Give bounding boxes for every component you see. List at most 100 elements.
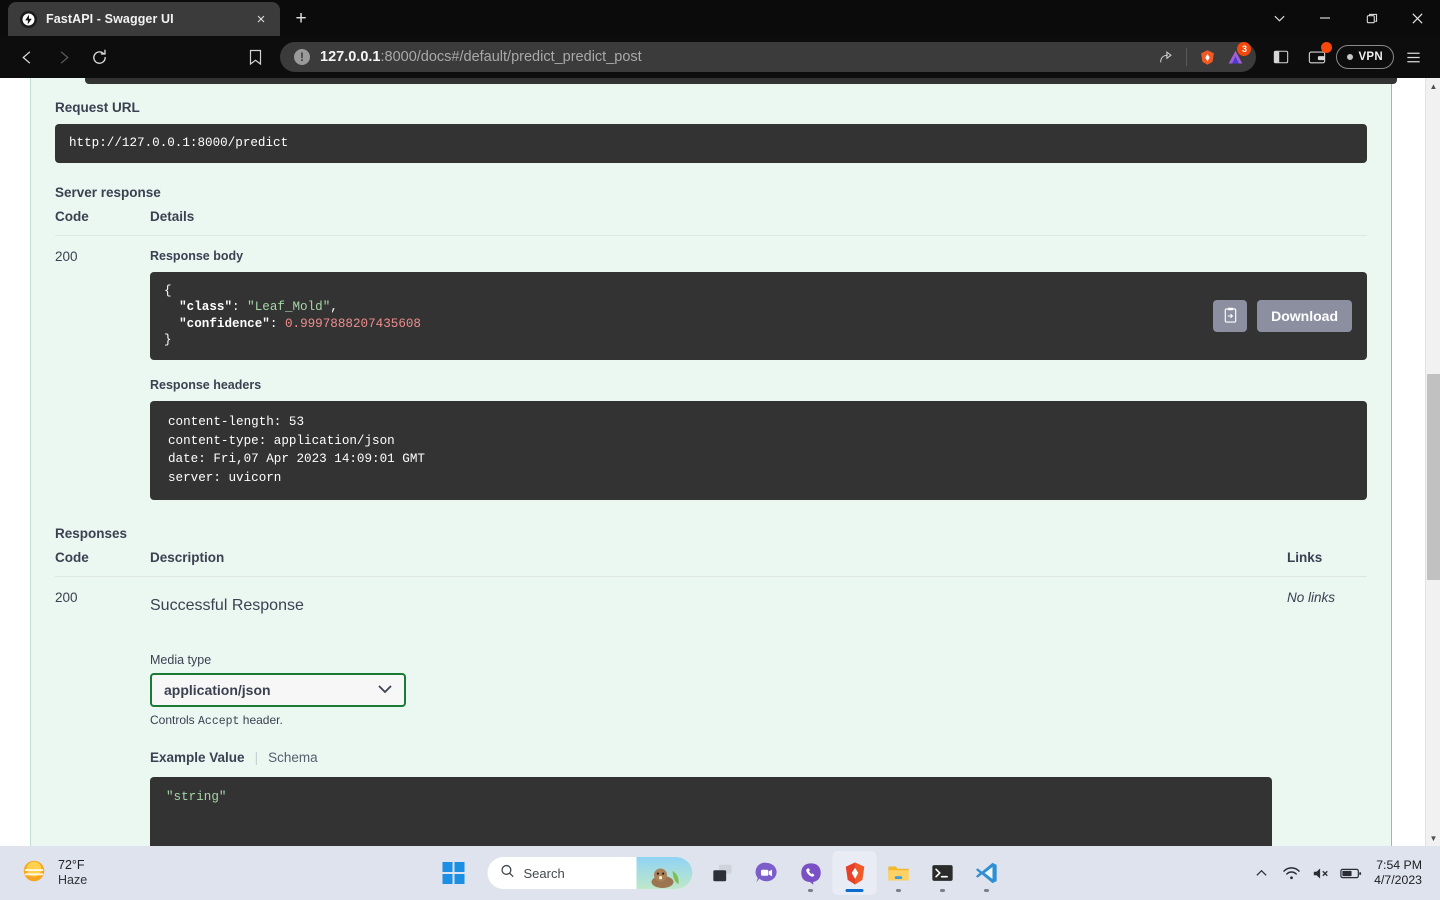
download-button[interactable]: Download xyxy=(1257,299,1352,332)
forward-arrow-icon[interactable] xyxy=(46,40,80,74)
navigation-bar: ! 127.0.0.1:8000/docs#/default/predict_p… xyxy=(0,36,1440,78)
tab-schema[interactable]: Schema xyxy=(268,750,318,765)
url-path: :8000/docs#/default/predict_predict_post xyxy=(380,49,642,65)
responses-row: 200 Successful Response Media type appli… xyxy=(55,577,1367,846)
new-tab-button[interactable]: + xyxy=(286,4,316,34)
windows-start-icon[interactable] xyxy=(432,851,476,895)
haze-sun-icon xyxy=(20,857,48,890)
minimize-button[interactable] xyxy=(1302,0,1348,36)
media-type-label: Media type xyxy=(150,652,212,667)
response-body-actions: Download xyxy=(1213,299,1352,332)
example-value-block: "string" xyxy=(150,776,1272,846)
chat-teams-icon[interactable] xyxy=(745,851,789,895)
clock-time: 7:54 PM xyxy=(1376,857,1422,872)
responses-label: Responses xyxy=(55,525,128,541)
extension-badge: 3 xyxy=(1237,42,1252,56)
json-value-confidence: 0.9997888207435608 xyxy=(284,316,421,331)
scrollbar-thumb[interactable] xyxy=(1427,374,1440,580)
response-code: 200 xyxy=(55,248,78,264)
browser-window: FastAPI - Swagger UI × + ! 127.0.0.1:800… xyxy=(0,0,1440,846)
response-details: Response body { "class": "Leaf_Mold", "c… xyxy=(150,249,1367,500)
server-response-row: 200 Response body { "class": "Leaf_Mold"… xyxy=(55,236,1367,500)
responses-links: No links xyxy=(1287,589,1336,605)
file-explorer-icon[interactable] xyxy=(877,851,921,895)
running-indicator xyxy=(808,889,813,892)
response-headers-label: Response headers xyxy=(150,378,262,393)
weather-temperature: 72°F xyxy=(58,858,85,872)
battery-icon[interactable] xyxy=(1336,851,1366,895)
tab-divider: | xyxy=(254,749,259,765)
terminal-icon[interactable] xyxy=(921,851,965,895)
search-input[interactable]: Search xyxy=(487,857,693,889)
reload-icon[interactable] xyxy=(82,40,116,74)
copy-to-clipboard-icon[interactable] xyxy=(1213,299,1248,332)
wallet-badge xyxy=(1321,42,1333,53)
viber-icon[interactable] xyxy=(789,851,833,895)
window-controls xyxy=(1256,0,1440,36)
close-icon[interactable]: × xyxy=(250,8,272,30)
responses-section: Responses Code Description Links 200 Suc… xyxy=(55,500,1367,846)
active-indicator xyxy=(845,889,864,892)
tab-strip: FastAPI - Swagger UI × + xyxy=(0,0,1440,36)
running-indicator xyxy=(896,889,901,892)
clock-widget[interactable]: 7:54 PM 4/7/2023 xyxy=(1366,858,1428,889)
weather-text: 72°F Haze xyxy=(58,858,87,888)
brave-browser-icon[interactable] xyxy=(832,851,877,895)
vscode-icon[interactable] xyxy=(965,851,1009,895)
back-arrow-icon[interactable] xyxy=(10,40,44,74)
tab-example-value[interactable]: Example Value xyxy=(150,750,245,765)
wifi-icon[interactable] xyxy=(1276,851,1306,895)
example-schema-tabs: Example Value | Schema xyxy=(150,750,1287,765)
vpn-button[interactable]: VPN xyxy=(1336,45,1394,69)
running-indicator xyxy=(984,889,989,892)
fastapi-icon xyxy=(20,10,37,28)
hint-prefix: Controls xyxy=(150,712,199,727)
request-url-section: Request URL http://127.0.0.1:8000/predic… xyxy=(55,78,1367,163)
response-body-json: { "class": "Leaf_Mold", "confidence": 0.… xyxy=(150,271,1367,361)
column-links: Links xyxy=(1287,549,1323,565)
media-type-group: Media type application/json Controls Acc… xyxy=(150,653,1287,728)
swagger-operation-panel: curl -X 'POST' 'http://127.0.0.1:8000/pr… xyxy=(30,78,1397,846)
close-window-button[interactable] xyxy=(1394,0,1440,36)
browser-tab[interactable]: FastAPI - Swagger UI × xyxy=(8,2,280,36)
json-key-confidence: "confidence" xyxy=(179,316,270,331)
running-indicator xyxy=(940,889,945,892)
taskbar-center-group: Search xyxy=(432,851,1009,895)
brave-lion-icon[interactable] xyxy=(1194,44,1220,70)
vpn-label: VPN xyxy=(1358,51,1383,63)
json-value-class: "Leaf_Mold" xyxy=(247,300,331,315)
sidebar-panel-icon[interactable] xyxy=(1264,40,1298,74)
media-type-hint: Controls Accept header. xyxy=(150,713,1287,728)
site-info-icon[interactable]: ! xyxy=(294,49,310,65)
column-description: Description xyxy=(150,549,225,565)
column-code: Code xyxy=(55,208,89,224)
share-icon[interactable] xyxy=(1153,44,1179,70)
json-key-class: "class" xyxy=(179,300,233,315)
page-scrollbar[interactable]: ▲ ▼ xyxy=(1425,78,1440,846)
task-view-icon[interactable] xyxy=(701,851,745,895)
hamburger-menu-icon[interactable] xyxy=(1396,40,1430,74)
windows-taskbar: 72°F Haze Search 7:54 PM 4/7/2023 xyxy=(0,846,1440,900)
extension-icon[interactable]: 3 xyxy=(1222,42,1252,70)
volume-muted-icon[interactable] xyxy=(1306,851,1336,895)
media-type-select[interactable]: application/json xyxy=(150,672,406,707)
response-body-block: { "class": "Leaf_Mold", "confidence": 0.… xyxy=(150,271,1367,361)
scroll-down-arrow-icon[interactable]: ▼ xyxy=(1426,830,1440,846)
url-host: 127.0.0.1 xyxy=(320,49,381,65)
responses-code: 200 xyxy=(55,589,78,605)
clock-date: 4/7/2023 xyxy=(1374,873,1422,887)
bookmark-icon[interactable] xyxy=(238,40,272,74)
address-bar[interactable]: ! 127.0.0.1:8000/docs#/default/predict_p… xyxy=(280,42,1257,72)
vpn-status-dot xyxy=(1347,54,1354,60)
search-icon xyxy=(501,864,515,883)
chevron-down-icon xyxy=(378,683,392,697)
show-hidden-icons-chevron[interactable] xyxy=(1246,851,1276,895)
curl-command-block-partial: curl -X 'POST' 'http://127.0.0.1:8000/pr… xyxy=(85,78,1397,84)
response-description: Successful Response xyxy=(150,596,304,614)
brave-wallet-icon[interactable] xyxy=(1300,40,1334,74)
maximize-button[interactable] xyxy=(1348,0,1394,36)
request-url-label: Request URL xyxy=(55,100,140,115)
scroll-up-arrow-icon[interactable]: ▲ xyxy=(1426,78,1440,94)
weather-widget[interactable]: 72°F Haze xyxy=(0,857,300,890)
tab-search-button[interactable] xyxy=(1256,0,1302,36)
